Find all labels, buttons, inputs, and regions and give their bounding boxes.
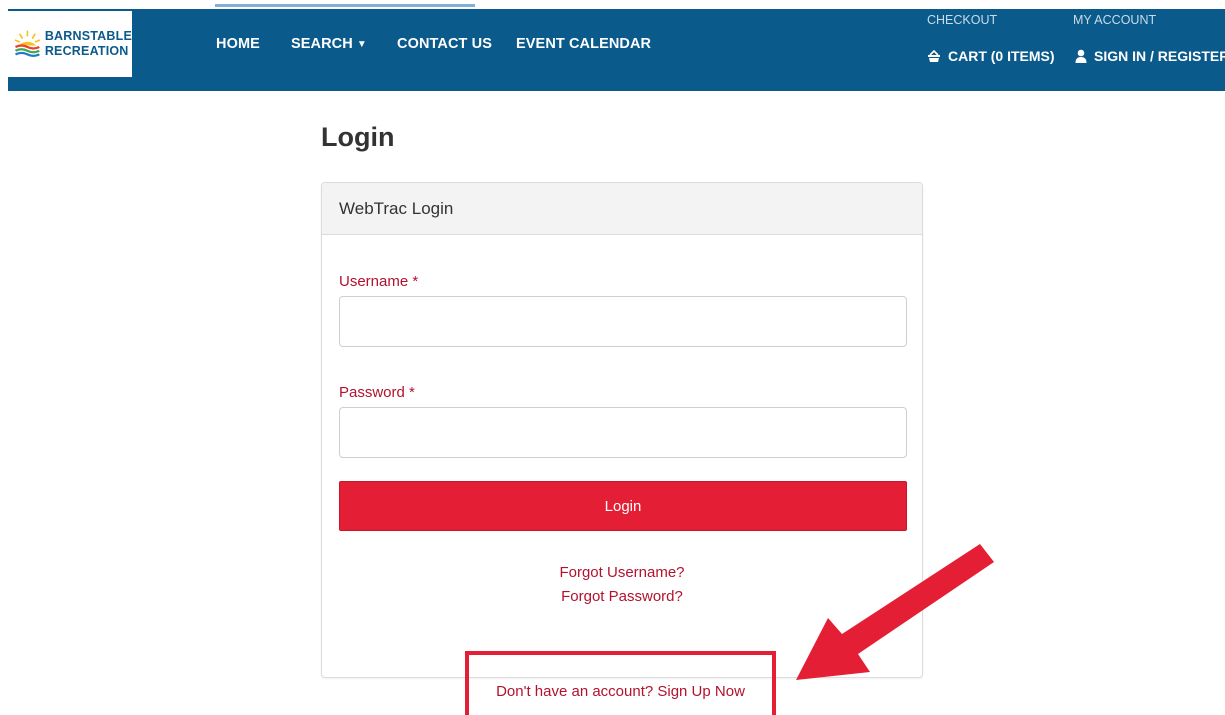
nav-event-calendar[interactable]: EVENT CALENDAR [516, 36, 651, 52]
login-button[interactable]: Login [339, 481, 907, 531]
page: BARNSTABLE RECREATION HOME SEARCH ▼ CONTA… [0, 0, 1225, 715]
caret-down-icon: ▼ [356, 39, 367, 50]
my-account-label: MY ACCOUNT [1073, 13, 1157, 27]
cart-label: CART (0 ITEMS) [948, 48, 1055, 64]
cart-icon [928, 49, 940, 62]
sign-in-register-link[interactable]: SIGN IN / REGISTER [1075, 48, 1225, 64]
password-input[interactable] [339, 407, 907, 458]
nav-contact-us[interactable]: CONTACT US [397, 36, 492, 52]
logo-line-2: RECREATION [44, 44, 129, 58]
sign-in-register-label: SIGN IN / REGISTER [1094, 48, 1225, 64]
cart-link[interactable]: CART (0 ITEMS) [927, 48, 1055, 64]
panel-heading: WebTrac Login [322, 183, 922, 235]
nav-search-label: SEARCH [291, 36, 353, 52]
nav-home[interactable]: HOME [216, 36, 260, 52]
user-icon [1075, 49, 1087, 63]
logo-wordmark: BARNSTABLE RECREATION [45, 29, 132, 59]
username-label: Username * [339, 273, 419, 290]
barnstable-recreation-logo[interactable]: BARNSTABLE RECREATION [8, 11, 132, 77]
sunrise-waves-icon [14, 30, 41, 58]
cropped-heading-fragment [215, 0, 475, 9]
page-title: Login [321, 122, 395, 152]
nav-search[interactable]: SEARCH ▼ [291, 36, 367, 52]
signup-highlight-box: Don't have an account? Sign Up Now [465, 651, 776, 715]
password-label: Password * [339, 384, 415, 401]
red-arrow-icon [796, 544, 994, 680]
logo-line-1: BARNSTABLE [44, 29, 132, 43]
checkout-label: CHECKOUT [927, 13, 998, 27]
username-input[interactable] [339, 296, 907, 347]
sign-up-now-link[interactable]: Don't have an account? Sign Up Now [469, 683, 772, 700]
